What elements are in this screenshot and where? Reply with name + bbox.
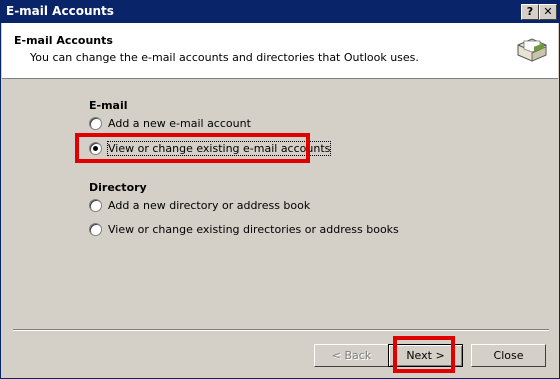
header-title: E-mail Accounts [14,34,113,47]
radio-button[interactable] [89,222,102,236]
radio-label: View or change existing directories or a… [108,222,399,236]
back-button[interactable]: < Back [314,344,389,367]
title-bar[interactable]: E-mail Accounts ? ✕ [1,1,559,23]
highlight-box-next-button [393,336,455,373]
radio-label: Add a new directory or address book [108,198,311,212]
header-panel: E-mail Accounts You can change the e-mai… [2,23,558,79]
directory-group-label: Directory [89,181,147,194]
window-title: E-mail Accounts [6,4,114,18]
email-accounts-dialog: E-mail Accounts ? ✕ E-mail Accounts You … [0,0,560,379]
close-button[interactable]: Close [471,344,546,367]
radio-label: Add a new e-mail account [108,116,251,130]
radio-button[interactable] [89,116,102,130]
radio-add-directory[interactable]: Add a new directory or address book [89,197,310,213]
close-window-button[interactable]: ✕ [539,4,557,20]
help-button[interactable]: ? [521,4,539,20]
envelope-card-icon [517,38,547,62]
highlight-box-email-option [75,133,310,163]
footer-separator [13,329,549,331]
email-group-label: E-mail [89,99,128,112]
radio-view-change-directories[interactable]: View or change existing directories or a… [89,221,399,237]
radio-button[interactable] [89,198,102,212]
radio-add-email-account[interactable]: Add a new e-mail account [89,115,251,131]
header-subtitle: You can change the e-mail accounts and d… [30,51,419,64]
